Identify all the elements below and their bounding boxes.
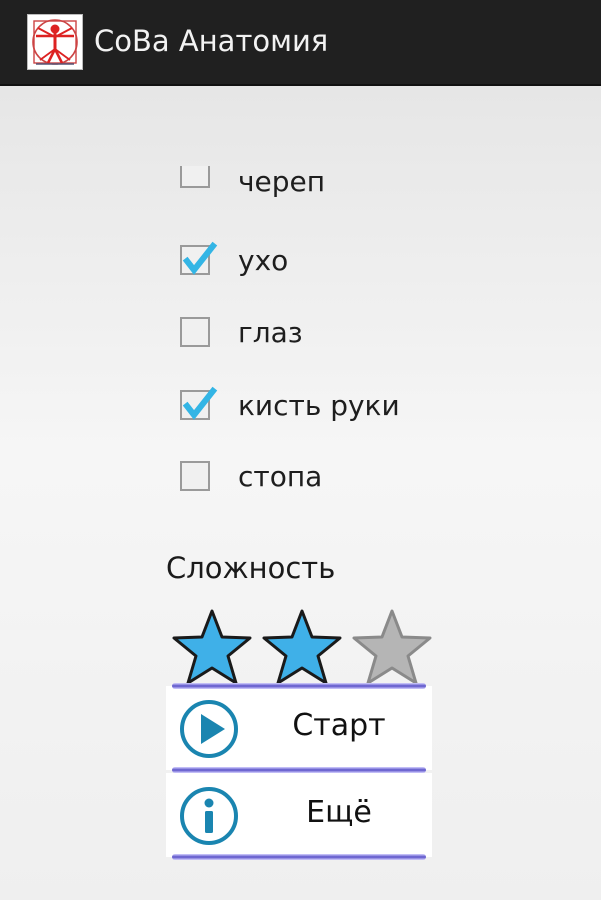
- app-title: СоВа Анатомия: [94, 24, 329, 58]
- checkbox-checked[interactable]: [180, 241, 218, 275]
- difficulty-rating[interactable]: [170, 608, 432, 692]
- checkbox[interactable]: [180, 166, 210, 188]
- play-circle-icon: [180, 700, 238, 758]
- divider: [172, 854, 426, 860]
- info-circle-icon: [180, 787, 238, 845]
- divider: [172, 683, 426, 689]
- checkbox-label: стопа: [238, 460, 323, 493]
- star-filled-icon[interactable]: [172, 608, 252, 686]
- vitruvian-man-icon[interactable]: [27, 14, 83, 70]
- star-filled-icon[interactable]: [262, 608, 342, 686]
- more-button-label: Ещё: [306, 795, 372, 830]
- checkbox[interactable]: [180, 317, 210, 347]
- difficulty-label: Сложность: [166, 551, 336, 585]
- checkbox-label: глаз: [238, 316, 303, 349]
- checklist-item-hand[interactable]: кисть руки: [178, 381, 478, 431]
- checkbox-label: кисть руки: [238, 389, 400, 422]
- main-content: череп ухо глаз кисть руки стопа Сложност…: [0, 86, 601, 900]
- checkbox-label: ухо: [238, 244, 289, 277]
- checkbox[interactable]: [180, 461, 210, 491]
- action-bar: СоВа Анатомия: [0, 0, 601, 86]
- start-button[interactable]: Старт: [166, 683, 432, 773]
- start-button-label: Старт: [292, 708, 386, 743]
- checklist-item-ear[interactable]: ухо: [178, 236, 478, 286]
- checklist-item-eye[interactable]: глаз: [178, 308, 478, 358]
- star-empty-icon[interactable]: [352, 608, 432, 686]
- checklist-item-skull[interactable]: череп: [178, 166, 478, 208]
- more-button[interactable]: Ещё: [166, 773, 432, 860]
- checkmark-icon: [182, 386, 218, 420]
- checkbox-checked[interactable]: [180, 386, 218, 420]
- checkmark-icon: [182, 241, 218, 275]
- checkbox-label: череп: [238, 166, 326, 198]
- checklist-item-foot[interactable]: стопа: [178, 452, 478, 502]
